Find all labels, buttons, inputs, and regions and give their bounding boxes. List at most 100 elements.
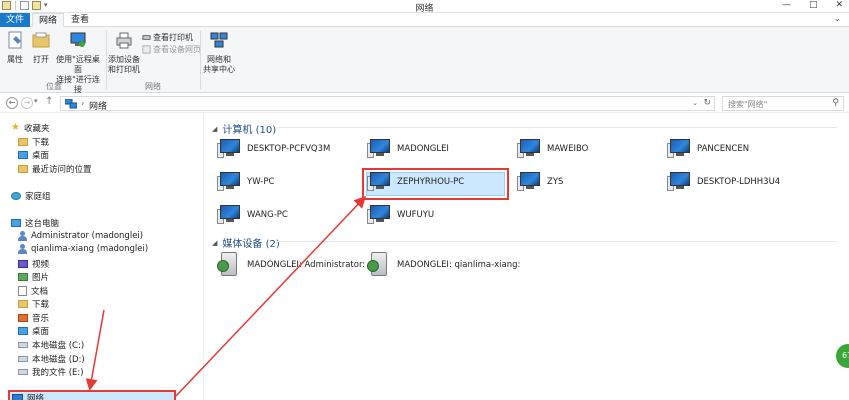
nav-downloads-pc[interactable]: 下载 (18, 298, 49, 310)
nav-thispc[interactable]: 这台电脑 (11, 217, 59, 229)
homegroup-icon (11, 192, 21, 200)
group-header-computers[interactable]: ◢ 计算机 (10) (212, 121, 277, 137)
view-printers-button[interactable]: 查看打印机 (142, 32, 193, 43)
computer-item-selected[interactable]: ZEPHYRHOU-PC (367, 172, 464, 192)
nav-videos[interactable]: 视频 (18, 258, 49, 270)
nav-label: 下载 (32, 300, 50, 310)
breadcrumb-network[interactable]: 网络 (89, 99, 107, 112)
breadcrumb-separator-icon[interactable]: › (81, 99, 84, 108)
nav-network[interactable]: 网络 (12, 392, 44, 400)
tab-file[interactable]: 文件 (0, 13, 30, 27)
computer-item[interactable]: MAWEIBO (517, 139, 588, 159)
add-device-button[interactable]: 添加设备 和打印机 (108, 30, 140, 75)
media-device-item[interactable]: MADONGLEI: qianlima-xiang: (367, 252, 520, 278)
content-pane: ◢ 计算机 (10) DESKTOP-PCFVQ3M MADONGLEI MAWE… (205, 113, 849, 400)
computer-item[interactable]: WANG-PC (217, 205, 288, 225)
nav-favorites[interactable]: ★ 收藏夹 (11, 122, 49, 135)
minimize-button[interactable]: — (782, 0, 791, 10)
computer-icon (517, 139, 541, 159)
nav-drive-d[interactable]: 本地磁盘 (D:) (18, 353, 85, 365)
nav-label: 桌面 (32, 327, 50, 337)
group-title: 媒体设备 (2) (222, 239, 280, 250)
network-center-button[interactable]: 网络和 共享中心 (202, 30, 236, 75)
nav-label: 视频 (32, 260, 50, 270)
computer-item[interactable]: DESKTOP-LDHH3U4 (667, 172, 780, 192)
open-button[interactable]: 打开 (30, 30, 52, 65)
desktop-icon (18, 327, 28, 335)
webpage-icon (142, 45, 151, 54)
downloads-folder-icon (18, 300, 28, 308)
item-label: WANG-PC (247, 210, 288, 220)
item-label: ZYS (547, 177, 564, 187)
nav-label: 文档 (31, 287, 49, 297)
ribbon: 属性 打开 使用"远程桌面 连接"进行连接 添加设备 和打印机 查看打印机 查看… (0, 27, 849, 94)
group-title: 计算机 (10) (222, 125, 277, 136)
nav-label: 家庭组 (25, 192, 51, 202)
group-label-network: 网络 (145, 82, 161, 91)
nav-label: 音乐 (32, 314, 50, 324)
nav-pictures[interactable]: 图片 (18, 271, 49, 283)
tab-view[interactable]: 查看 (66, 13, 94, 27)
drive-icon (18, 342, 28, 348)
ribbon-separator (200, 31, 201, 89)
nav-music[interactable]: 音乐 (18, 312, 49, 324)
nav-label: 图片 (32, 273, 50, 283)
address-bar[interactable]: › 网络 ⌄ ↻ (60, 96, 715, 112)
add-device-label-2: 和打印机 (108, 65, 140, 74)
computer-item[interactable]: YW-PC (217, 172, 274, 192)
nav-recent[interactable]: 最近访问的位置 (18, 163, 92, 175)
item-label: PANCENCEN (697, 144, 750, 154)
computer-icon (217, 172, 241, 192)
nav-label: Administrator (madonglei) (31, 231, 144, 241)
nav-drive-c[interactable]: 本地磁盘 (C:) (18, 339, 84, 351)
printer-icon (116, 32, 132, 49)
pictures-icon (18, 273, 28, 281)
computer-icon (217, 139, 241, 159)
network-icon (65, 99, 77, 109)
view-device-web-button[interactable]: 查看设备网页 (142, 44, 201, 55)
group-header-media[interactable]: ◢ 媒体设备 (2) (212, 235, 280, 251)
forward-button[interactable]: → (21, 97, 33, 109)
user-icon (18, 244, 27, 254)
refresh-icon[interactable]: ↻ (703, 98, 711, 108)
properties-button[interactable]: 属性 (4, 30, 26, 65)
item-label: DESKTOP-PCFVQ3M (247, 144, 331, 154)
group-divider (277, 241, 837, 242)
computer-icon (517, 172, 541, 192)
nav-desktop[interactable]: 桌面 (18, 149, 49, 161)
nav-drive-e[interactable]: 我的文件 (E:) (18, 366, 84, 378)
title-bar: ▾ 网络 — □ ✕ (0, 0, 849, 14)
ribbon-tabs: 文件 网络 查看 ⌄ (0, 13, 849, 28)
nav-documents[interactable]: 文档 (18, 285, 48, 297)
videos-icon (18, 260, 28, 268)
add-device-label-1: 添加设备 (108, 55, 140, 64)
network-center-label-1: 网络和 (207, 55, 231, 64)
recent-locations-dropdown[interactable]: ▾ (34, 97, 38, 105)
back-button[interactable]: ← (6, 97, 18, 109)
nav-admin[interactable]: Administrator (madonglei) (18, 231, 143, 241)
address-dropdown-icon[interactable]: ⌄ (692, 99, 698, 107)
nav-qianlima[interactable]: qianlima-xiang (madonglei) (18, 244, 148, 254)
close-button[interactable]: ✕ (835, 0, 843, 10)
nav-label: 桌面 (32, 151, 50, 161)
network-center-icon (210, 32, 228, 48)
up-button[interactable]: ↑ (45, 96, 53, 107)
star-icon: ★ (11, 122, 20, 133)
computer-item[interactable]: ZYS (517, 172, 563, 192)
search-icon[interactable]: ⚲ (832, 98, 839, 108)
group-label-location: 位置 (46, 82, 62, 91)
nav-homegroup[interactable]: 家庭组 (11, 190, 51, 202)
computer-item[interactable]: WUFUYU (367, 205, 434, 225)
ribbon-collapse-icon[interactable]: ⌄ (833, 14, 841, 24)
computer-item[interactable]: PANCENCEN (667, 139, 749, 159)
user-icon (18, 231, 27, 241)
computer-item[interactable]: MADONGLEI (367, 139, 449, 159)
nav-label: 本地磁盘 (C:) (32, 341, 85, 351)
computer-item[interactable]: DESKTOP-PCFVQ3M (217, 139, 330, 159)
nav-downloads[interactable]: 下载 (18, 136, 49, 148)
search-input[interactable]: 搜索"网络" ⚲ (722, 96, 844, 111)
nav-desktop-pc[interactable]: 桌面 (18, 325, 49, 337)
maximize-button[interactable]: □ (809, 0, 818, 10)
tab-network[interactable]: 网络 (32, 13, 64, 28)
media-device-item[interactable]: MADONGLEI: Administrator: (217, 252, 365, 278)
